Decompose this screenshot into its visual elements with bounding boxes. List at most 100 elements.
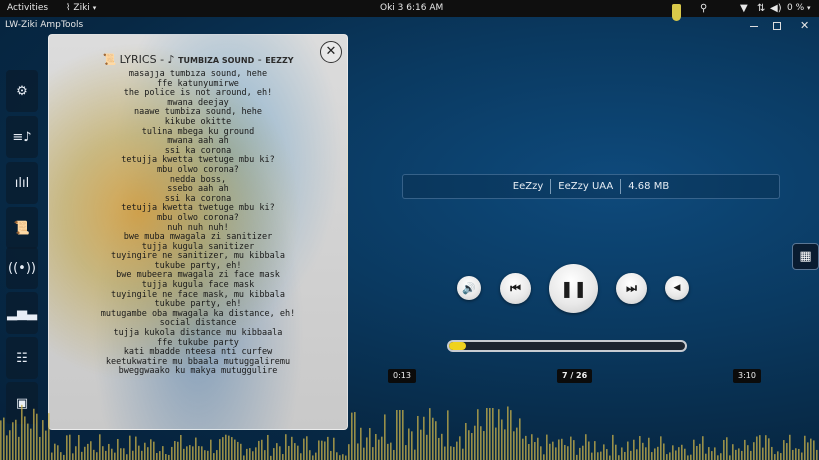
chevron-down-icon[interactable]: ▾ xyxy=(807,0,811,17)
visualizer-bar xyxy=(231,437,233,460)
visualizer-bar xyxy=(312,455,314,460)
visualizer-bar xyxy=(546,434,548,460)
visualizer-bar xyxy=(162,446,164,460)
visualizer-bar xyxy=(129,435,131,460)
sidebar-item-playlist[interactable]: ≡♪ xyxy=(6,116,38,158)
play-pause-button[interactable]: ❚❚ xyxy=(549,264,598,313)
sidebar-item-radio[interactable]: ((•)) xyxy=(6,247,38,289)
sidebar-item-settings[interactable]: ⚙ xyxy=(6,70,38,112)
visualizer-bar xyxy=(387,443,389,460)
chevron-down-icon: ▾ xyxy=(92,4,97,12)
visualizer-bar xyxy=(810,438,812,460)
lyrics-close-button[interactable]: ✕ xyxy=(320,41,342,63)
visualizer-bar xyxy=(291,436,293,460)
lyrics-header: 📜 LYRICS - ♪ TUMBIZA SOUND - EEZZY xyxy=(102,53,294,66)
visualizer-bar xyxy=(192,446,194,460)
visualizer-bar xyxy=(513,431,515,460)
visualizer-bar xyxy=(735,449,737,460)
visualizer-bar xyxy=(243,455,245,460)
activities-button[interactable]: Activities xyxy=(7,0,48,17)
next-button[interactable]: ⏭ xyxy=(616,273,647,304)
visualizer-bar xyxy=(264,450,266,460)
accessibility-icon[interactable]: ⚲ xyxy=(700,0,707,17)
visualizer-bar xyxy=(510,410,512,460)
back-button[interactable]: ◀ xyxy=(665,276,689,300)
battery-indicator[interactable]: 0 % xyxy=(787,0,804,17)
visualizer-bar xyxy=(669,452,671,460)
visualizer-bar xyxy=(336,452,338,460)
seek-bar[interactable] xyxy=(447,340,687,352)
visualizer-bar xyxy=(381,436,383,460)
visualizer-bar xyxy=(576,454,578,460)
visualizer-bar xyxy=(177,441,179,460)
visualizer-bar xyxy=(444,446,446,460)
visualizer-bar xyxy=(579,447,581,460)
visualizer-bar xyxy=(339,455,341,460)
visualizer-bar xyxy=(777,451,779,460)
visualizer-bar xyxy=(726,437,728,460)
visualizer-bar xyxy=(630,450,632,460)
visualizer-bar xyxy=(174,441,176,460)
visualizer-bar xyxy=(480,426,482,460)
sidebar-item-lyrics[interactable]: 📜 xyxy=(6,207,38,249)
lyrics-artist: EEZZY xyxy=(265,56,294,65)
triangle-left-icon: ◀ xyxy=(673,283,681,293)
visualizer-bar xyxy=(363,447,365,460)
visualizer-bar xyxy=(561,438,563,460)
tools-menu[interactable]: Tools xyxy=(61,17,83,34)
visualizer-bar xyxy=(531,434,533,460)
volume-icon[interactable]: ◀) xyxy=(770,0,782,17)
visualizer-bar xyxy=(519,418,521,460)
minimize-icon[interactable] xyxy=(750,26,758,27)
visualizer-bar xyxy=(423,416,425,460)
visualizer-bar xyxy=(255,447,257,460)
visualizer-bar xyxy=(471,433,473,460)
clock[interactable]: Oki 3 6:16 AM xyxy=(380,0,443,17)
sidebar-item-mixer[interactable]: ☷ xyxy=(6,337,38,379)
visualizer-bar xyxy=(90,441,92,460)
lyrics-text[interactable]: masajja tumbiza sound, hehe ffe katunyumi… xyxy=(49,70,347,415)
visualizer-bar xyxy=(807,442,809,460)
visualizer-bar xyxy=(492,408,494,460)
volume-button[interactable]: 🔊 xyxy=(457,276,481,300)
visualizer-bar xyxy=(186,446,188,460)
visualizer-bar xyxy=(642,442,644,460)
sidebar-item-stats[interactable]: ▂▅▃ xyxy=(6,292,38,334)
maximize-icon[interactable] xyxy=(773,22,781,30)
visualizer-bar xyxy=(489,408,491,460)
visualizer-bar xyxy=(780,453,782,460)
visualizer-bar xyxy=(360,427,362,460)
visualizer-bar xyxy=(582,445,584,460)
visualizer-bar xyxy=(729,455,731,460)
visualizer-bar xyxy=(681,444,683,460)
network-icon[interactable]: ⇅ xyxy=(757,0,765,17)
waveform-icon: ılıl xyxy=(14,175,30,191)
skip-previous-icon: ⏮ xyxy=(510,281,521,295)
visualizer-bar xyxy=(684,448,686,460)
close-icon[interactable]: ✕ xyxy=(800,17,809,34)
close-icon: ✕ xyxy=(325,44,337,59)
wifi-icon[interactable]: ▼ xyxy=(740,0,748,17)
visualizer-bar xyxy=(33,408,35,460)
visualizer-bar xyxy=(705,453,707,460)
visualizer-bar xyxy=(804,435,806,460)
visualizer-bar xyxy=(459,436,461,460)
visualizer-bar xyxy=(516,427,518,460)
app-menu-button[interactable]: ⌇ Ziki ▾ xyxy=(66,0,96,17)
visualizer-bar xyxy=(327,436,329,460)
sidebar-item-equalizer[interactable]: ılıl xyxy=(6,162,38,204)
visualizer-bar xyxy=(558,439,560,460)
grid-menu-button[interactable]: ▦ xyxy=(792,243,819,270)
visualizer-bar xyxy=(372,447,374,460)
visualizer-bar xyxy=(621,447,623,460)
visualizer-bar xyxy=(240,443,242,460)
broadcast-icon: ((•)) xyxy=(8,260,36,276)
visualizer-bar xyxy=(225,434,227,460)
visualizer-bar xyxy=(693,439,695,460)
visualizer-bar xyxy=(600,451,602,460)
previous-button[interactable]: ⏮ xyxy=(500,273,531,304)
visualizer-bar xyxy=(27,423,29,460)
visualizer-bar xyxy=(183,448,185,460)
visualizer-bar xyxy=(81,451,83,460)
visualizer-bar xyxy=(309,450,311,460)
